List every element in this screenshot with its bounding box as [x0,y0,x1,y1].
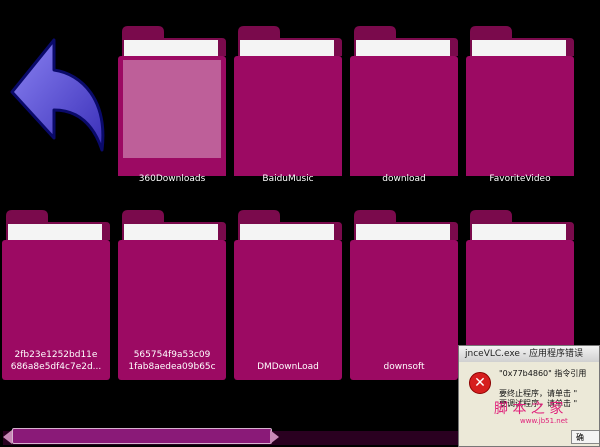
folder-label-line2: 686a8e5df4c7e2d... [10,362,102,372]
error-dialog: jnceVLC.exe - 应用程序错误 ✕ "0x77b4860" 指令引用 … [458,345,600,447]
watermark-text: 脚 本 之 家 [494,401,564,417]
dialog-message-line1: "0x77b4860" 指令引用 [499,369,587,378]
folder-360downloads[interactable]: 360Downloads [118,26,226,184]
folder-icon [466,26,574,176]
folder-label: BaiduMusic [262,174,314,184]
scroll-left-icon[interactable] [3,430,12,444]
folder-icon [466,210,574,350]
folder-2fb23e[interactable]: 2fb23e1252bd11e 686a8e5df4c7e2d... [2,210,110,380]
folder-label: DMDownLoad [257,362,319,372]
folder-label-line1: 2fb23e1252bd11e [14,350,98,360]
folder-dmdownload[interactable]: DMDownLoad [234,210,342,380]
back-arrow-icon[interactable] [10,34,110,158]
folder-label-line1: 565754f9a53c09 [133,350,211,360]
scrollbar-thumb[interactable] [12,428,272,444]
folder-label: 360Downloads [138,174,206,184]
folder-icon [234,26,342,176]
folder-baidumusic[interactable]: BaiduMusic [234,26,342,184]
folder-icon [350,26,458,176]
dialog-title: jnceVLC.exe - 应用程序错误 [459,346,599,362]
error-icon: ✕ [469,372,491,394]
folder-partial[interactable] [466,210,574,350]
ok-button[interactable]: 确 [571,430,599,444]
folder-label: download [382,174,426,184]
selection-highlight [123,60,221,158]
folder-icon [234,210,342,380]
watermark-url: www.jb51.net [520,417,568,425]
folder-565754[interactable]: 565754f9a53c09 1fab8aedea09b65c [118,210,226,380]
folder-favoritevideo[interactable]: FavoriteVideo [466,26,574,184]
folder-label-line2: 1fab8aedea09b65c [128,362,216,372]
folder-label: FavoriteVideo [489,174,551,184]
folder-download[interactable]: download [350,26,458,184]
folder-label: downsoft [383,362,425,372]
folder-downsoft[interactable]: downsoft [350,210,458,380]
scroll-right-icon[interactable] [270,430,279,444]
folder-icon [350,210,458,380]
